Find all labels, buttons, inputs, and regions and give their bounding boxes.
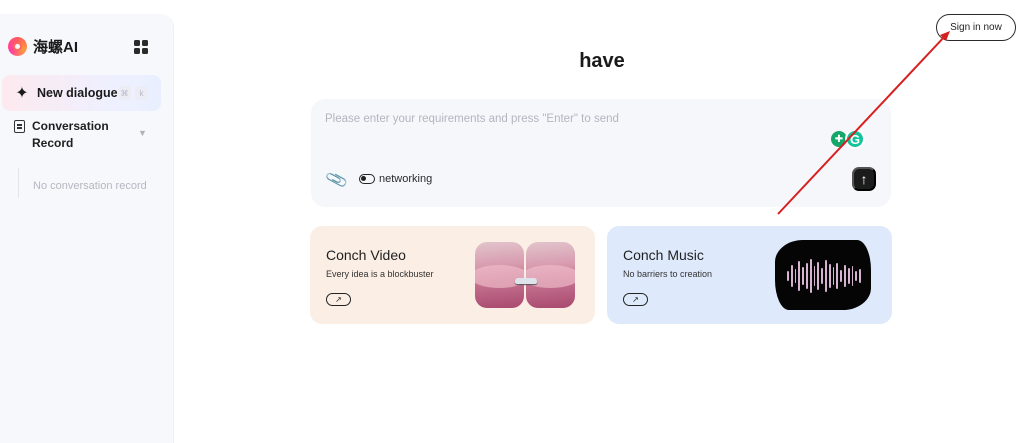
extension-icons: ✚ G (831, 129, 865, 149)
networking-label[interactable]: networking (379, 173, 432, 185)
apps-grid-icon[interactable] (134, 40, 148, 54)
sparkle-icon: ✦ (15, 85, 29, 102)
prompt-input[interactable] (325, 113, 825, 125)
brand[interactable]: 海螺AI (8, 36, 78, 57)
sign-in-button[interactable]: Sign in now (936, 14, 1016, 41)
conversation-record-label: Conversation Record (32, 119, 109, 150)
music-thumbnail (775, 240, 871, 310)
paperclip-icon[interactable]: 📎 (324, 167, 350, 193)
shortcut-cmd-key: ⌘ (118, 86, 131, 100)
card-description: Every idea is a blockbuster (326, 269, 434, 279)
no-conversation-text: No conversation record (33, 180, 147, 192)
send-button[interactable]: ↑ (852, 167, 876, 191)
arrow-up-right-icon[interactable]: ↗ (623, 293, 648, 306)
conch-music-card[interactable]: Conch Music No barriers to creation ↗ (607, 226, 892, 324)
arrow-up-right-icon[interactable]: ↗ (326, 293, 351, 306)
new-dialogue-button[interactable]: ✦ New dialogue ⌘ k (2, 75, 161, 111)
document-icon (14, 120, 25, 133)
shortcut-k-key: k (135, 86, 148, 100)
grammarly-icon[interactable]: G (845, 129, 865, 149)
new-dialogue-label: New dialogue (37, 86, 118, 100)
car-illustration (515, 278, 537, 284)
card-title: Conch Music (623, 247, 704, 263)
page: 海螺AI ✦ New dialogue ⌘ k Conversation Rec… (0, 0, 1024, 443)
conch-logo-icon (8, 37, 27, 56)
card-title: Conch Video (326, 247, 406, 263)
sidebar: 海螺AI ✦ New dialogue ⌘ k Conversation Rec… (0, 14, 174, 443)
prompt-card: ✚ G 📎 networking ↑ (311, 99, 891, 207)
page-heading: have (579, 50, 625, 72)
chevron-down-icon: ▼ (138, 128, 147, 138)
networking-toggle[interactable] (359, 174, 375, 184)
video-thumbnail (475, 242, 575, 308)
card-description: No barriers to creation (623, 269, 713, 279)
conch-video-card[interactable]: Conch Video Every idea is a blockbuster … (310, 226, 595, 324)
brand-name: 海螺AI (33, 39, 79, 56)
waveform-illustration (787, 258, 861, 294)
conversation-tree-line (18, 168, 19, 198)
